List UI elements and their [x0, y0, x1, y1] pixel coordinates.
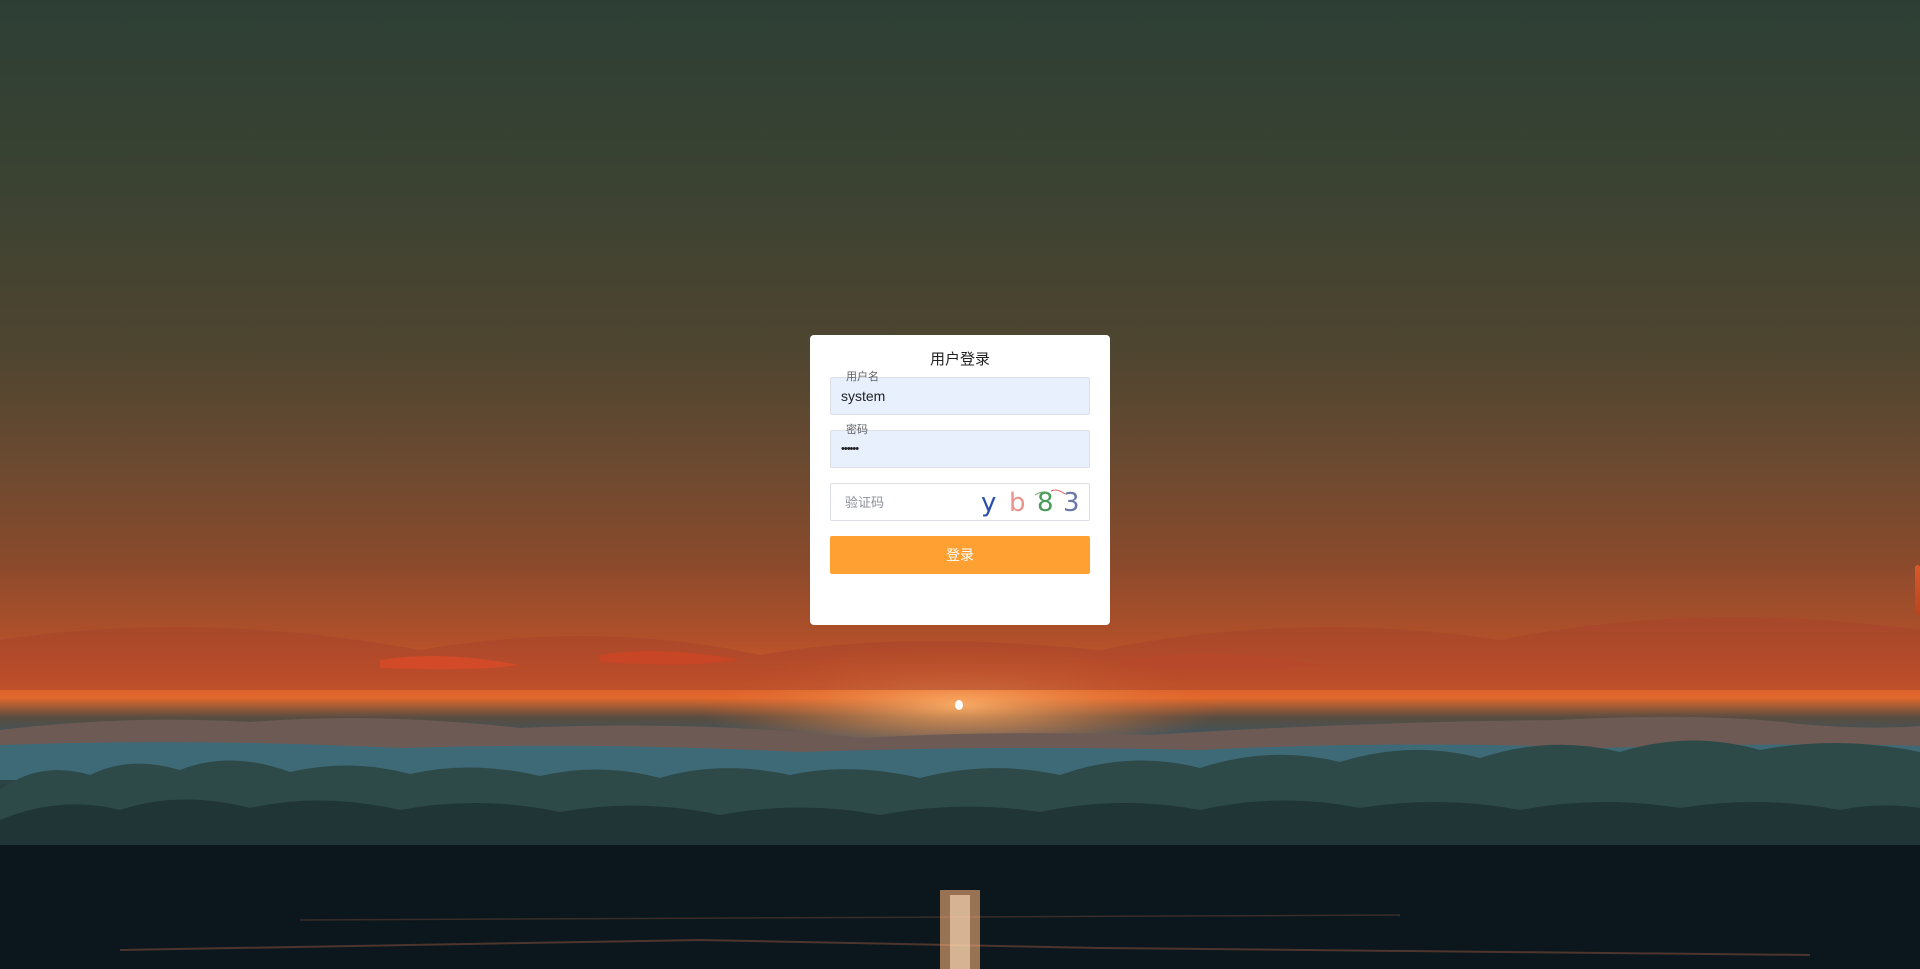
- username-field[interactable]: 用户名: [830, 371, 1090, 415]
- captcha-noise: [1034, 489, 1066, 496]
- password-input[interactable]: [831, 431, 1089, 467]
- login-title: 用户登录: [929, 351, 990, 368]
- scroll-handle[interactable]: [1915, 565, 1920, 615]
- username-input[interactable]: [831, 378, 1089, 414]
- password-field[interactable]: 密码: [830, 424, 1090, 468]
- login-card: 用户登录 用户名 密码 y b 8 3 登录: [810, 335, 1110, 625]
- captcha-field[interactable]: y b 8 3: [830, 483, 1090, 521]
- login-button[interactable]: 登录: [830, 536, 1090, 574]
- captcha-image[interactable]: y b 8 3: [969, 486, 1080, 518]
- captcha-input[interactable]: [831, 484, 961, 520]
